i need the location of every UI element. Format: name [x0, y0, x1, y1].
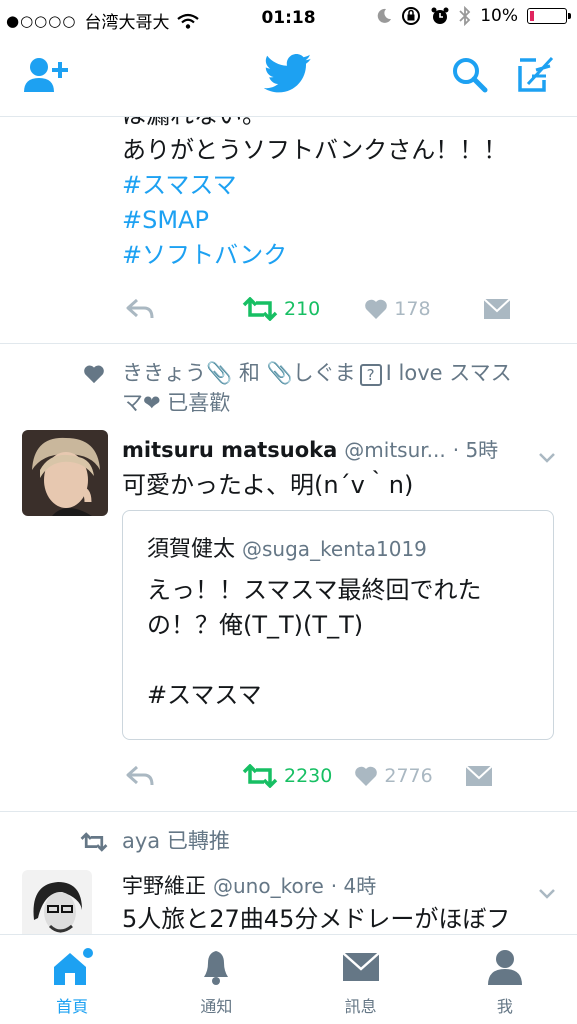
battery-percent: 10% — [480, 6, 518, 26]
tab-messages[interactable]: 訊息 — [289, 935, 433, 1024]
tweet-text: 可愛かったよ、明(n´v｀n) — [122, 471, 414, 499]
search-icon[interactable] — [451, 56, 489, 94]
like-count: 2776 — [384, 765, 433, 787]
direct-message-icon[interactable] — [482, 298, 511, 320]
social-context-tail: I love スマス — [385, 361, 512, 385]
compose-icon[interactable] — [516, 56, 556, 94]
heart-icon — [365, 299, 388, 319]
chevron-down-icon[interactable] — [538, 452, 556, 464]
quoted-hashtag: #スマスマ — [147, 681, 262, 709]
tab-label: 首頁 — [56, 997, 89, 1016]
quoted-author-name: 須賀健太 — [147, 537, 236, 562]
battery-icon — [527, 8, 571, 24]
direct-message-icon[interactable] — [465, 765, 493, 787]
author-name[interactable]: 宇野維正 — [122, 870, 206, 900]
chevron-down-icon[interactable] — [538, 888, 556, 900]
top-nav-bar — [0, 36, 577, 117]
tab-notifications[interactable]: 通知 — [144, 935, 288, 1024]
alarm-icon — [431, 7, 449, 24]
tab-label: 訊息 — [344, 997, 377, 1016]
social-context[interactable]: aya 已轉推 — [122, 826, 230, 856]
tweet-text-line: は漏れない。 — [122, 117, 562, 133]
bottom-tab-bar: 首頁 通知 訊息 我 — [0, 934, 577, 1024]
tab-me[interactable]: 我 — [433, 935, 577, 1024]
tweet-time: · 5時 — [452, 438, 499, 462]
tweet[interactable]: aya 已轉推 宇野維正 @uno_kore · 4時 5人旅と27曲45分メド… — [0, 812, 577, 935]
social-context: ききょう📎 和 📎しぐま? I love スマス マ❤ 已喜歡 — [122, 358, 562, 418]
retweet-button[interactable]: 2230 — [242, 764, 332, 788]
timeline-feed: は漏れない。 ありがとうソフトバンクさん！！！ #スマスマ #SMAP #ソフト… — [0, 117, 577, 935]
retweet-context-icon — [80, 832, 108, 852]
heart-icon — [355, 766, 378, 786]
like-button[interactable]: 2776 — [354, 765, 433, 787]
tweet-actions: 2230 2776 — [126, 764, 493, 788]
tweet-time: · 4時 — [330, 874, 377, 898]
author-handle[interactable]: @uno_kore — [213, 874, 324, 898]
profile-icon — [487, 950, 522, 985]
bell-icon — [204, 951, 229, 985]
tweet-header: mitsuru matsuoka @mitsur... · 5時 — [122, 434, 498, 463]
retweet-button[interactable]: 210 — [242, 297, 320, 321]
retweet-count: 210 — [284, 298, 321, 320]
avatar[interactable] — [22, 870, 92, 935]
like-button[interactable]: 178 — [364, 298, 431, 320]
reply-icon[interactable] — [126, 765, 154, 787]
twitter-bird-icon[interactable] — [264, 54, 312, 94]
reply-icon[interactable] — [126, 298, 154, 320]
retweet-icon — [242, 764, 278, 788]
hashtag-link[interactable]: #スマスマ — [122, 168, 562, 203]
tab-home[interactable]: 首頁 — [0, 935, 144, 1024]
moon-icon — [377, 8, 392, 23]
quoted-author-handle: @suga_kenta1019 — [242, 537, 427, 561]
retweet-count: 2230 — [284, 765, 333, 787]
tweet[interactable]: ききょう📎 和 📎しぐま? I love スマス マ❤ 已喜歡 mitsuru m… — [0, 344, 577, 810]
tweet-actions: 210 178 — [126, 297, 511, 321]
liked-heart-icon — [84, 365, 104, 384]
question-badge: ? — [359, 364, 382, 386]
rotation-lock-icon — [402, 7, 421, 25]
tweet-text-line: ありがとうソフトバンクさん！！！ — [122, 136, 508, 164]
tweet-header: 宇野維正 @uno_kore · 4時 — [122, 870, 376, 900]
tweet-text: 5人旅と27曲45分メドレーがほぼフ — [122, 905, 511, 933]
bluetooth-icon — [459, 6, 471, 26]
like-count: 178 — [394, 298, 431, 320]
social-context-names[interactable]: ききょう📎 和 📎しぐま — [122, 361, 356, 385]
tweet[interactable]: は漏れない。 ありがとうソフトバンクさん！！！ #スマスマ #SMAP #ソフト… — [0, 117, 577, 343]
author-handle[interactable]: @mitsur... — [344, 438, 445, 462]
tab-label: 我 — [496, 997, 513, 1016]
home-icon — [54, 948, 94, 985]
author-name[interactable]: mitsuru matsuoka — [122, 438, 337, 462]
social-context-line: マ❤ 已喜歡 — [122, 391, 231, 415]
avatar[interactable] — [22, 430, 108, 516]
envelope-icon — [341, 952, 380, 981]
quoted-text-line: の！？俺(T_T)(T_T) — [147, 611, 364, 639]
quoted-text-line: えっ！！スマスマ最終回でれた — [147, 576, 482, 604]
hashtag-link[interactable]: #ソフトバンク — [122, 238, 562, 273]
hashtag-link[interactable]: #SMAP — [122, 203, 562, 238]
retweet-icon — [242, 297, 278, 321]
quoted-tweet[interactable]: 須賀健太 @suga_kenta1019 えっ！！スマスマ最終回でれた の！？俺… — [122, 510, 554, 740]
tab-label: 通知 — [200, 997, 233, 1016]
status-bar: ●○○○○ 台湾大哥大 01:18 10% — [0, 0, 577, 36]
add-user-icon[interactable] — [24, 56, 70, 94]
